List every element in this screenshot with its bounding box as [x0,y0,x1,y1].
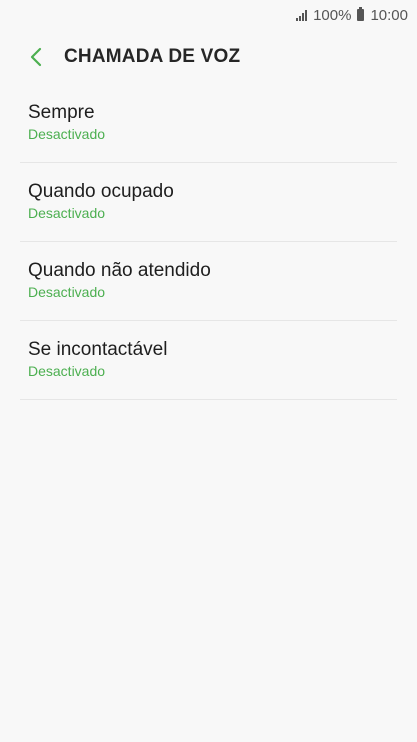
list-item-se-incontactavel[interactable]: Se incontactável Desactivado [20,321,397,400]
list-item-status: Desactivado [28,363,106,379]
list-item-title: Sempre [28,102,95,123]
list-item-status: Desactivado [28,284,106,300]
list-item-title: Se incontactável [28,339,168,360]
list-item-quando-ocupado[interactable]: Quando ocupado Desactivado [20,163,397,242]
battery-percent: 100% [313,6,352,24]
list-item-title: Quando ocupado [28,181,174,202]
list-item-quando-nao-atendido[interactable]: Quando não atendido Desactivado [20,242,397,321]
chevron-left-icon [30,47,42,67]
clock: 10:00 [370,6,408,24]
page-title: CHAMADA DE VOZ [64,46,241,67]
battery-icon [357,7,365,21]
app-bar: CHAMADA DE VOZ [0,30,417,84]
status-bar: 100% 10:00 [0,0,417,30]
signal-icon [296,9,308,21]
list-item-title: Quando não atendido [28,260,211,281]
list-item-sempre[interactable]: Sempre Desactivado [20,84,397,163]
back-button[interactable] [22,43,50,71]
list-item-status: Desactivado [28,126,106,142]
settings-list: Sempre Desactivado Quando ocupado Desact… [0,84,417,400]
list-item-status: Desactivado [28,205,106,221]
